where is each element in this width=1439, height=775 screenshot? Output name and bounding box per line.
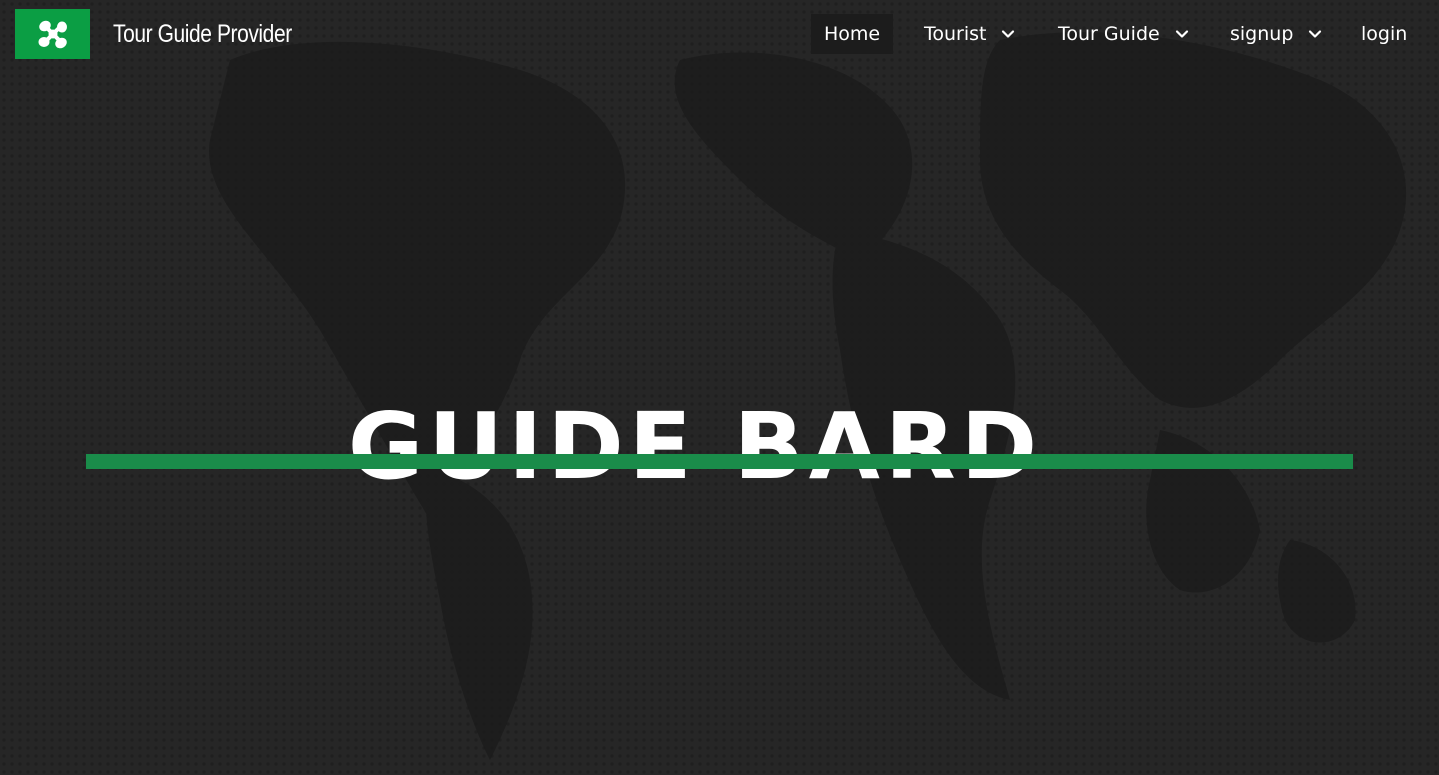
nav-tourist-label: Tourist: [924, 23, 987, 45]
world-map-background: [209, 32, 1407, 760]
chevron-down-icon: [1309, 30, 1322, 38]
logo-button[interactable]: [15, 9, 90, 59]
hero-title: GUIDE BARD: [347, 392, 1043, 500]
nav-tour-guide[interactable]: Tour Guide: [1058, 14, 1190, 54]
chevron-down-icon: [1002, 30, 1015, 38]
nav-login-label: login: [1361, 23, 1408, 45]
nav-login[interactable]: login: [1361, 14, 1407, 54]
nav-home[interactable]: Home: [811, 14, 893, 54]
nav-signup[interactable]: signup: [1230, 14, 1323, 54]
nav-tourist[interactable]: Tourist: [924, 14, 1016, 54]
chevron-down-icon: [1175, 30, 1188, 38]
propeller-icon: [38, 20, 67, 49]
nav-tour-guide-label: Tour Guide: [1058, 23, 1160, 45]
nav-home-label: Home: [823, 23, 881, 45]
top-navbar: Tour Guide Provider Home Tourist Tour Gu…: [0, 0, 1439, 68]
brand-name[interactable]: Tour Guide Provider: [113, 15, 292, 53]
nav-signup-label: signup: [1230, 23, 1294, 45]
hero-underline: [86, 454, 1353, 469]
